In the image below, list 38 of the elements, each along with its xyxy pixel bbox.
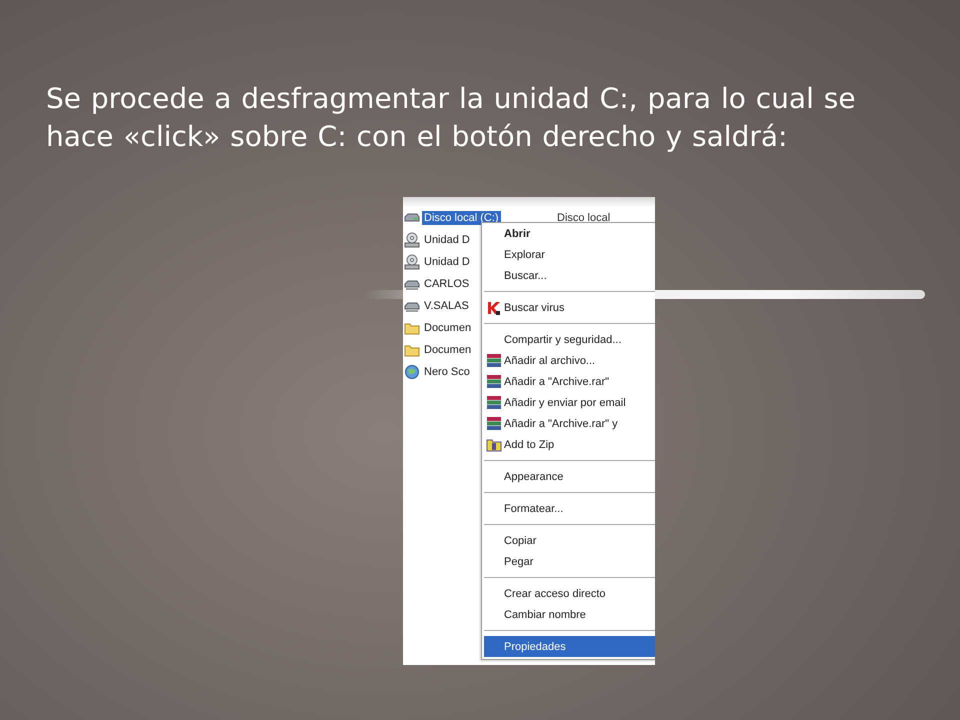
menu-item[interactable]: Cambiar nombre <box>484 604 655 625</box>
slide-text: Se procede a desfragmentar la unidad C:, para lo cual se hace «click» sobre C: con el botón derecho y saldrá: <box>46 81 857 155</box>
file-name[interactable]: CARLOS <box>422 277 472 291</box>
menu-item[interactable]: Copiar <box>484 530 655 551</box>
file-name[interactable]: Documen <box>422 321 474 335</box>
books-stack-icon <box>486 395 502 410</box>
network-drive-icon <box>404 300 420 312</box>
folder-icon <box>404 344 420 356</box>
file-name[interactable]: Documen <box>422 343 474 357</box>
file-name[interactable]: Unidad D <box>422 255 472 269</box>
file-name[interactable]: Unidad D <box>422 233 472 247</box>
menu-item[interactable]: Pegar <box>484 551 655 572</box>
menu-item[interactable]: Añadir y enviar por email <box>484 392 655 413</box>
file-name[interactable]: V.SALAS <box>422 299 471 313</box>
menu-item[interactable]: Añadir a "Archive.rar" y <box>484 413 655 434</box>
zip-folder-icon <box>486 437 502 452</box>
globe-icon <box>404 364 420 380</box>
menu-item[interactable]: Add to Zip <box>484 434 655 455</box>
books-stack-icon <box>486 416 502 431</box>
menu-item[interactable]: Explorar <box>484 244 655 265</box>
menu-item[interactable]: Compartir y seguridad... <box>484 329 655 350</box>
network-drive-icon <box>404 278 420 290</box>
menu-item[interactable]: Buscar virus <box>484 297 655 318</box>
file-name[interactable]: Nero Sco <box>422 365 472 379</box>
menu-item[interactable]: Propiedades <box>484 636 655 657</box>
menu-item[interactable]: Buscar... <box>484 265 655 286</box>
menu-item[interactable]: Appearance <box>484 466 655 487</box>
menu-item[interactable]: Añadir a "Archive.rar" <box>484 371 655 392</box>
menu-item[interactable]: Formatear... <box>484 498 655 519</box>
folder-icon <box>404 322 420 334</box>
drive-icon <box>404 212 420 224</box>
file-type: Disco local <box>557 212 610 224</box>
menu-item[interactable]: Abrir <box>484 223 655 244</box>
books-stack-icon <box>486 353 502 368</box>
k-logo-icon <box>487 300 501 314</box>
books-stack-icon <box>486 374 502 389</box>
menu-item[interactable]: Añadir al archivo... <box>484 350 655 371</box>
menu-item[interactable]: Crear acceso directo <box>484 583 655 604</box>
